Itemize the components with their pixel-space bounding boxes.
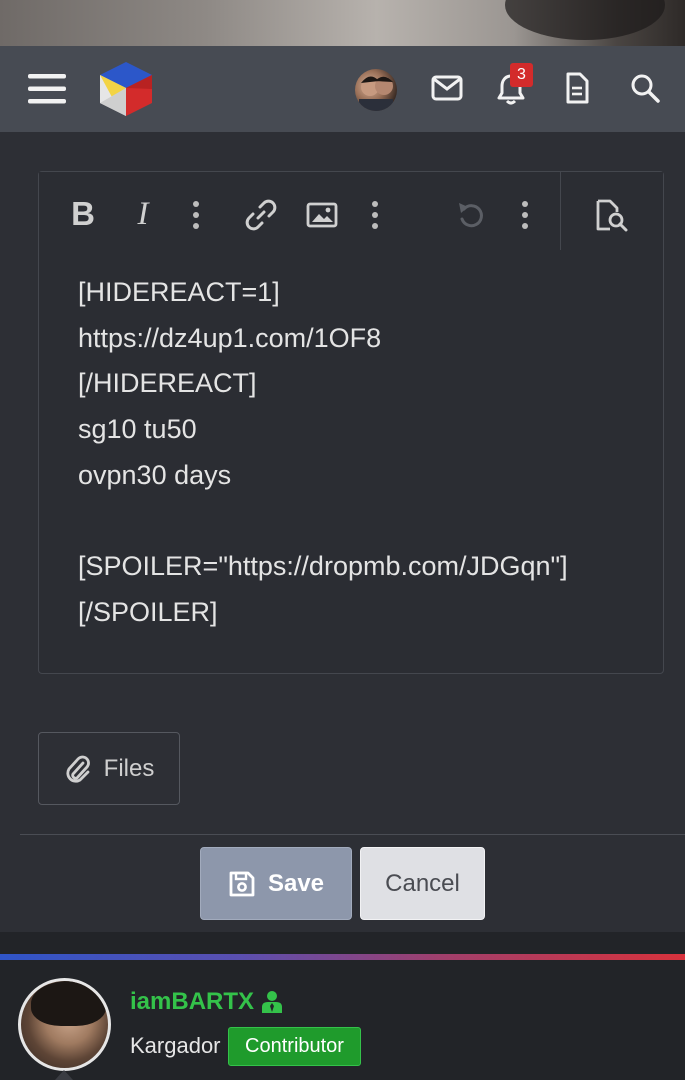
site-logo[interactable] [96,58,156,120]
post-accent-bar [0,954,685,960]
poster-username-link[interactable]: iamBARTX [130,988,284,1016]
notification-count-badge: 3 [510,63,533,87]
paperclip-icon [66,755,90,783]
staff-user-icon [262,991,283,1013]
editor-line: sg10 tu50 [78,414,197,445]
whats-new-document-icon[interactable] [563,71,591,105]
editor-line: ovpn30 days [78,459,232,490]
user-avatar-icon[interactable] [355,69,397,111]
inbox-mail-icon[interactable] [430,73,464,103]
background-photo-strip [0,0,685,46]
editor-content[interactable]: [HIDEREACT=1] https://dz4up1.com/1OF8 [/… [78,270,658,636]
message-pointer-arrow [55,1070,73,1080]
toolbar-divider [560,172,561,250]
editor-line: [HIDEREACT=1] [78,277,280,307]
contributor-badge: Contributor [228,1027,361,1066]
insert-image-icon[interactable] [304,199,340,231]
editor-line: [SPOILER="https://dropmb.com/JDGqn"] [78,551,568,582]
editor-line: [/SPOILER] [78,596,218,627]
attach-files-button[interactable]: Files [38,732,180,805]
editor-line: https://dz4up1.com/1OF8 [78,322,382,353]
undo-icon[interactable] [452,196,490,234]
italic-button[interactable]: I [126,192,160,236]
more-editor-options-icon[interactable] [515,198,535,232]
poster-username: iamBARTX [130,988,255,1015]
more-insert-options-icon[interactable] [365,198,385,232]
poster-avatar[interactable] [18,978,111,1071]
more-text-options-icon[interactable] [186,198,206,232]
search-icon[interactable] [629,72,661,104]
form-divider [20,834,685,835]
poster-user-title: Kargador [130,1033,221,1058]
cancel-button[interactable]: Cancel [360,847,485,920]
save-button[interactable]: Save [200,847,352,920]
files-button-label: Files [103,754,155,782]
editor-line: [/HIDEREACT] [78,368,257,399]
preview-icon[interactable] [592,196,632,234]
insert-link-icon[interactable] [242,196,280,234]
save-disk-icon [229,871,255,896]
save-button-label: Save [267,869,325,897]
hamburger-menu-icon[interactable] [28,72,66,106]
bold-button[interactable]: B [64,192,102,236]
